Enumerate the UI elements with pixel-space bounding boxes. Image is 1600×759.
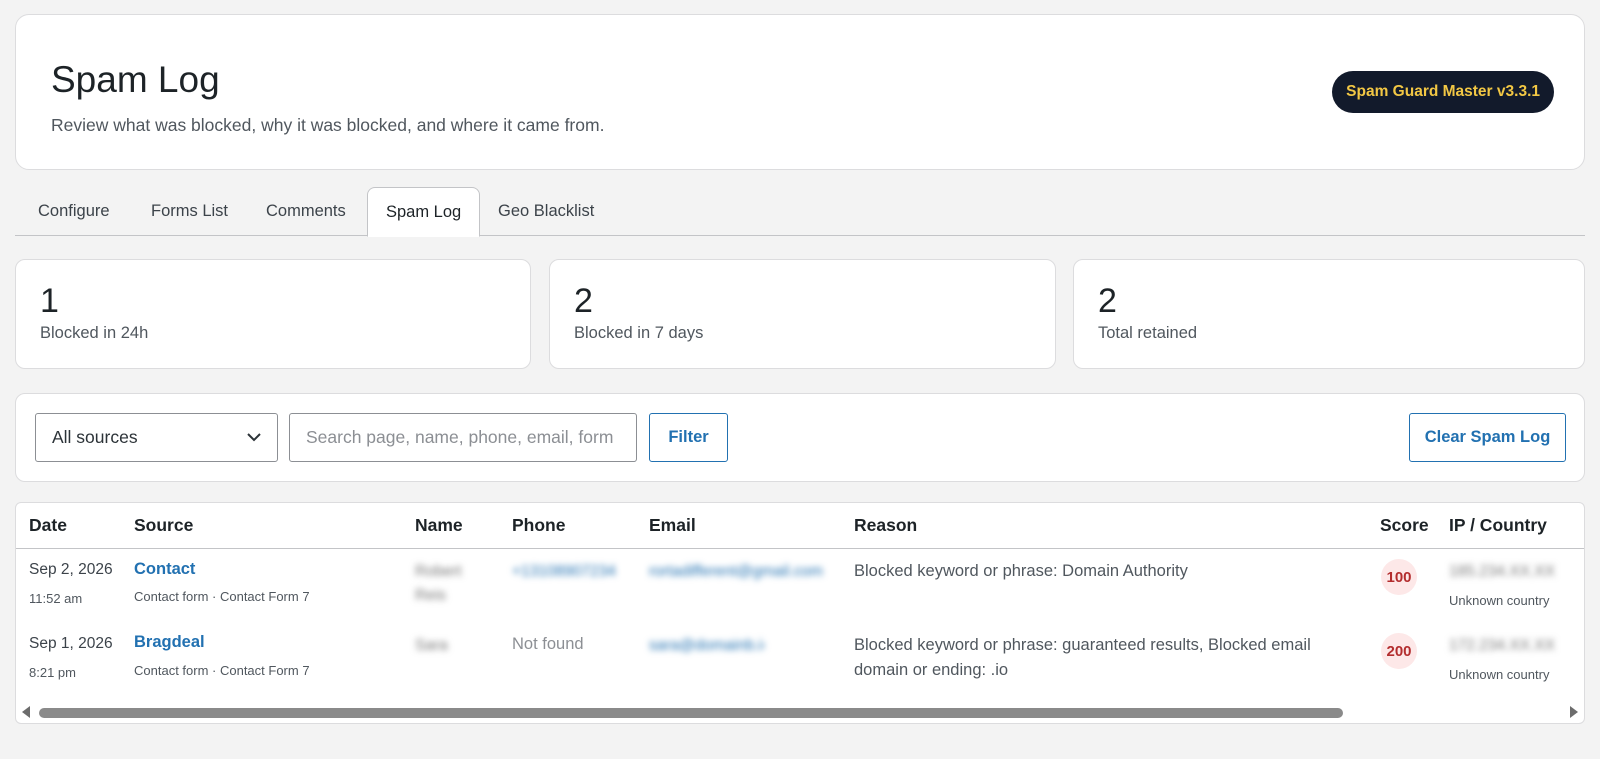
row-country: Unknown country bbox=[1449, 667, 1550, 682]
row-time: 11:52 am bbox=[29, 591, 83, 606]
version-badge: Spam Guard Master v3.3.1 bbox=[1332, 71, 1554, 113]
row-date: Sep 2, 2026 bbox=[29, 561, 113, 578]
source-link[interactable]: Contact bbox=[134, 560, 195, 579]
stat-value: 1 bbox=[40, 282, 59, 320]
source-meta: Contact form · Contact Form 7 bbox=[134, 589, 310, 604]
row-time: 8:21 pm bbox=[29, 665, 76, 680]
column-header-source: Source bbox=[134, 515, 194, 535]
row-email-link[interactable]: sara@domainb.io bbox=[649, 637, 764, 655]
stat-card-24h: 1 Blocked in 24h bbox=[15, 259, 531, 369]
column-header-phone: Phone bbox=[512, 515, 566, 535]
header-card: Spam Log Review what was blocked, why it… bbox=[15, 14, 1585, 170]
chevron-down-icon bbox=[247, 433, 261, 442]
stat-label: Total retained bbox=[1098, 324, 1198, 342]
column-header-date: Date bbox=[29, 515, 67, 535]
tab-configure[interactable]: Configure bbox=[20, 187, 128, 236]
table-row: Sep 2, 2026 11:52 am Contact Contact for… bbox=[16, 549, 1584, 623]
page-title: Spam Log bbox=[51, 59, 220, 100]
scrollbar-thumb[interactable] bbox=[39, 708, 1343, 718]
spam-log-table: Date Source Name Phone Email Reason Scor… bbox=[15, 502, 1585, 724]
row-country: Unknown country bbox=[1449, 593, 1550, 608]
column-header-ip-country: IP / Country bbox=[1449, 515, 1547, 535]
stat-card-total: 2 Total retained bbox=[1073, 259, 1585, 369]
score-badge: 100 bbox=[1381, 559, 1417, 595]
source-select-value: All sources bbox=[52, 427, 138, 447]
search-input[interactable] bbox=[289, 413, 637, 462]
stat-label: Blocked in 7 days bbox=[574, 324, 704, 342]
clear-spam-log-button[interactable]: Clear Spam Log bbox=[1409, 413, 1566, 462]
tab-bar: Configure Forms List Comments Spam Log G… bbox=[15, 187, 1585, 237]
row-reason: Blocked keyword or phrase: Domain Author… bbox=[854, 562, 1188, 580]
column-header-name: Name bbox=[415, 515, 463, 535]
source-select[interactable]: All sources bbox=[35, 413, 278, 462]
page-subtitle: Review what was blocked, why it was bloc… bbox=[51, 115, 605, 135]
row-reason: Blocked keyword or phrase: guaranteed re… bbox=[854, 636, 1311, 679]
score-badge: 200 bbox=[1381, 633, 1417, 669]
tab-spam-log[interactable]: Spam Log bbox=[367, 187, 481, 237]
column-header-reason: Reason bbox=[854, 515, 918, 535]
row-name: Sara bbox=[415, 637, 448, 654]
column-header-email: Email bbox=[649, 515, 696, 535]
column-header-score: Score bbox=[1380, 515, 1429, 535]
source-link[interactable]: Bragdeal bbox=[134, 633, 205, 652]
tab-comments[interactable]: Comments bbox=[248, 187, 364, 236]
filter-button[interactable]: Filter bbox=[649, 413, 728, 462]
row-ip: 172.234.XX.XX bbox=[1449, 637, 1555, 654]
row-ip: 185.234.XX.XX bbox=[1449, 563, 1555, 580]
horizontal-scrollbar[interactable] bbox=[16, 703, 1584, 723]
stat-value: 2 bbox=[1098, 282, 1117, 320]
source-meta: Contact form · Contact Form 7 bbox=[134, 663, 310, 678]
stat-label: Blocked in 24h bbox=[40, 324, 149, 342]
tab-forms-list[interactable]: Forms List bbox=[133, 187, 246, 236]
filter-bar: All sources Filter Clear Spam Log bbox=[15, 393, 1585, 482]
table-row: Sep 1, 2026 8:21 pm Bragdeal Contact for… bbox=[16, 623, 1584, 697]
stat-card-7-days: 2 Blocked in 7 days bbox=[549, 259, 1056, 369]
row-date: Sep 1, 2026 bbox=[29, 635, 113, 652]
row-name-second-line: Reis bbox=[415, 587, 447, 604]
row-phone: Not found bbox=[512, 635, 584, 653]
stat-value: 2 bbox=[574, 282, 593, 320]
tab-geo-blacklist[interactable]: Geo Blacklist bbox=[480, 187, 612, 236]
row-phone-link[interactable]: +13108907234 bbox=[512, 563, 624, 581]
scroll-right-arrow-icon[interactable] bbox=[1570, 706, 1578, 718]
row-email-link[interactable]: rortadifferent@gmail.com bbox=[649, 563, 832, 581]
scroll-left-arrow-icon[interactable] bbox=[22, 706, 30, 718]
row-name: Robert bbox=[415, 563, 462, 580]
